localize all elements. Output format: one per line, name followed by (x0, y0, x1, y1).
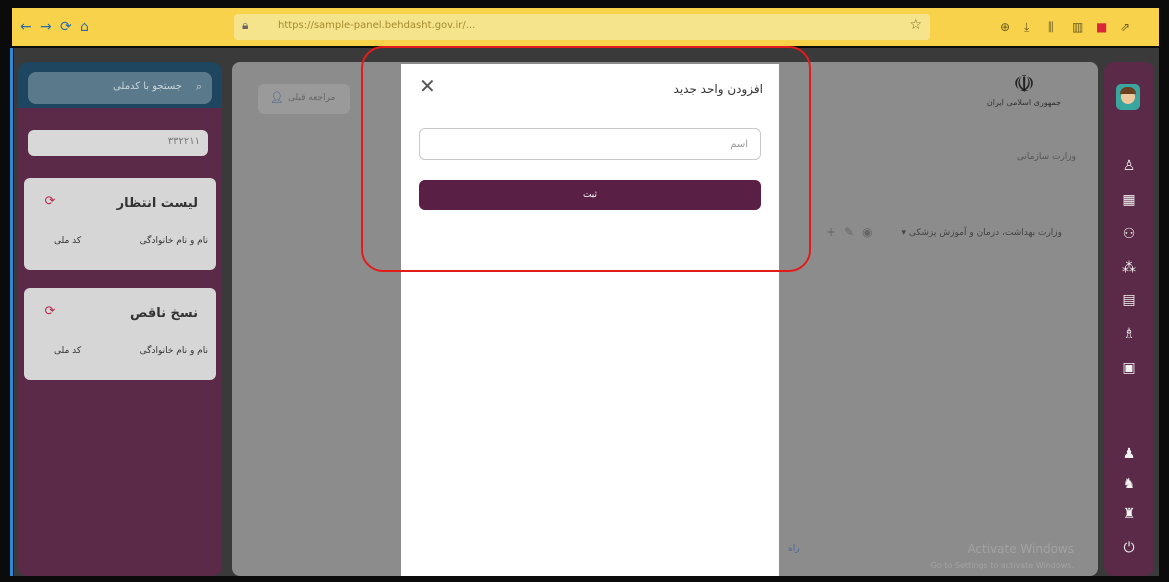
search-placeholder: جستجو با کدملی (113, 81, 182, 92)
users-manage-icon[interactable]: ♜ (1104, 506, 1154, 522)
network-icon[interactable]: ⁂ (1104, 260, 1154, 276)
shield-icon[interactable]: ⊕ (1000, 20, 1010, 34)
forward-icon[interactable]: → (40, 18, 52, 36)
bookmark-star-icon[interactable]: ☆ (909, 17, 922, 33)
address-bar[interactable]: 🔒︎ https://sample-panel.behdasht.gov.ir/… (234, 14, 930, 40)
tree-actions: +✎◉ (826, 225, 881, 239)
card-title: نسخ ناقص (129, 306, 198, 321)
browser-toolbar: ← → ⟳ ⌂ 🔒︎ https://sample-panel.behdasht… (12, 8, 1159, 46)
column-id: کد ملی (54, 236, 82, 246)
building-icon[interactable]: ▦ (1104, 192, 1154, 208)
waiting-list-card[interactable]: لیست انتظار ⟳ نام و نام خانوادگی کد ملی (24, 178, 216, 270)
emblem-icon: ☫ (1013, 70, 1035, 98)
extension-icon[interactable]: ■ (1096, 20, 1107, 34)
previous-visit-button[interactable]: 👤︎ مراجعه قبلی (258, 84, 350, 114)
avatar-hair (1120, 87, 1136, 94)
user-check-icon[interactable]: ♞ (1104, 476, 1154, 492)
left-panel: جستجو با کدملی ⌕ ۳۳۲۲۱۱ لیست انتظار ⟳ نا… (18, 62, 222, 576)
user-icon: 👤︎ (270, 91, 284, 104)
person-badge-icon[interactable]: ♗ (1104, 326, 1154, 342)
logo: ☫ جمهوری اسلامی ایران (984, 70, 1064, 126)
power-icon[interactable]: ⏻ (1104, 540, 1154, 556)
section-subtitle: وزارت سازمانی (1016, 152, 1076, 162)
previous-visit-label: مراجعه قبلی (288, 93, 336, 103)
card-title: لیست انتظار (116, 196, 198, 211)
back-icon[interactable]: ← (20, 18, 32, 36)
tree-node[interactable]: ▾ وزارت بهداشت، درمان و آموزش پزشکی (901, 228, 1062, 238)
home-icon[interactable]: ⌂ (80, 18, 89, 36)
national-id-value: ۳۳۲۲۱۱ (167, 136, 200, 147)
user-add-icon[interactable]: ♟ (1104, 446, 1154, 462)
url-text[interactable]: https://sample-panel.behdasht.gov.ir/... (278, 20, 475, 31)
emblem-text: جمهوری اسلامی ایران (986, 98, 1062, 107)
document-icon[interactable]: ▤ (1104, 292, 1154, 308)
file-icon[interactable]: ▣ (1104, 360, 1154, 376)
footer-link[interactable]: راه (788, 544, 800, 554)
library-icon[interactable]: ⫼ (1048, 20, 1054, 35)
search-icon: ⌕ (195, 80, 202, 93)
column-name: نام و نام خانوادگی (139, 346, 208, 356)
incomplete-prescriptions-card[interactable]: نسخ ناقص ⟳ نام و نام خانوادگی کد ملی (24, 288, 216, 380)
sidebar-icon[interactable]: ▥ (1072, 20, 1083, 34)
user-icon[interactable]: ♙ (1104, 158, 1154, 174)
screenshot-frame: ← → ⟳ ⌂ 🔒︎ https://sample-panel.behdasht… (0, 0, 1169, 582)
add-icon[interactable]: + (826, 225, 844, 239)
left-accent-bar (10, 48, 13, 576)
right-sidebar: ♙ ▦ ⚇ ⁂ ▤ ♗ ▣ ♟ ♞ ♜ ⏻ (1104, 62, 1154, 576)
avatar[interactable] (1116, 84, 1140, 110)
view-icon[interactable]: ◉ (862, 225, 880, 239)
share-icon[interactable]: ⇗ (1120, 20, 1130, 34)
activation-watermark-sub: Go to Settings to activate Windows. (930, 561, 1074, 570)
users-icon[interactable]: ⚇ (1104, 226, 1154, 242)
edit-icon[interactable]: ✎ (844, 225, 862, 239)
column-name: نام و نام خانوادگی (139, 236, 208, 246)
refresh-icon[interactable]: ⟳ (40, 192, 60, 212)
activation-watermark: Activate Windows (967, 542, 1074, 556)
column-id: کد ملی (54, 346, 82, 356)
national-id-field[interactable]: ۳۳۲۲۱۱ (28, 130, 208, 156)
reload-icon[interactable]: ⟳ (60, 18, 72, 36)
highlight-outline (361, 46, 811, 272)
lock-icon: 🔒︎ (242, 18, 249, 32)
search-input[interactable]: جستجو با کدملی ⌕ (28, 72, 212, 104)
refresh-icon[interactable]: ⟳ (40, 302, 60, 322)
download-icon[interactable]: ⤓ (1024, 20, 1029, 35)
